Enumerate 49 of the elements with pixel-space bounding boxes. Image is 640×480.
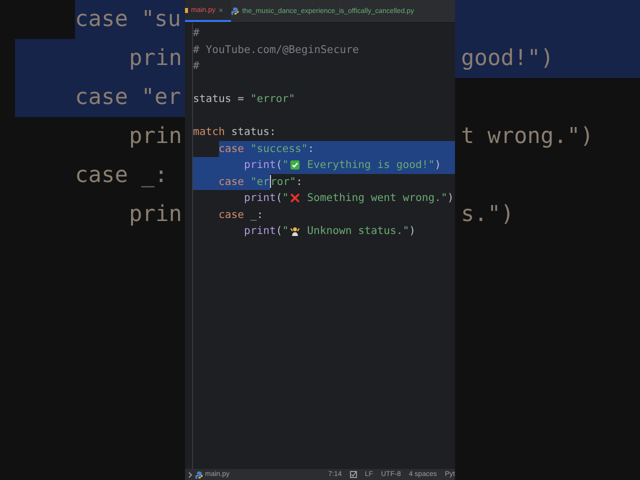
code-text: " (282, 159, 289, 172)
code-text: ( (276, 192, 282, 204)
code-text: ( (276, 159, 282, 172)
code-text: case _: (75, 163, 168, 188)
code-text: print (244, 225, 276, 238)
code-text: prin (129, 202, 182, 227)
code-text: ) (447, 192, 454, 204)
code-text: case (218, 176, 244, 188)
close-icon[interactable]: × (218, 6, 224, 14)
code-text: good!") (461, 46, 554, 71)
code-text: s.") (461, 202, 514, 227)
checkbox-icon[interactable] (350, 471, 357, 478)
code-text: print (244, 159, 276, 172)
code-text: prin (129, 46, 182, 71)
code-text: prin (129, 124, 182, 149)
code-text: : (296, 174, 302, 190)
code-text: "error" (250, 93, 296, 106)
code-text: Unknown status." (306, 225, 410, 238)
code-text: ror" (270, 174, 296, 190)
code-text: # (193, 60, 200, 72)
code-text: "success" (249, 142, 308, 155)
code-text: _: (249, 208, 264, 221)
check-mark-icon (290, 160, 300, 170)
code-text: ( (276, 225, 282, 238)
code-text: case "er (75, 85, 181, 110)
code-text: " (282, 225, 289, 238)
code-text: case (218, 208, 244, 221)
python-icon (195, 470, 203, 478)
code-text: status = (193, 93, 246, 106)
code-text: # (193, 27, 200, 40)
code-text: ) (409, 225, 416, 238)
chevron-icon (188, 472, 193, 478)
code-text: " (282, 192, 289, 204)
code-text: Everything is good!" (306, 159, 435, 172)
code-text: ) (434, 159, 442, 172)
person-shrug-icon (290, 226, 300, 236)
code-text: # YouTube.com/@BeginSecure (193, 44, 359, 56)
code-text: case (218, 142, 244, 155)
modified-icon (185, 8, 188, 12)
code-text: match (193, 126, 225, 138)
cross-icon (290, 193, 300, 204)
python-icon (231, 7, 240, 15)
code-text: Something went wrong." (306, 192, 448, 204)
code-text: : (308, 142, 314, 155)
code-text: status: (230, 126, 276, 138)
code-text: case "su (75, 7, 181, 32)
code-text: print (244, 192, 276, 204)
code-text: t wrong.") (461, 124, 594, 149)
code-text: "er (249, 176, 270, 188)
